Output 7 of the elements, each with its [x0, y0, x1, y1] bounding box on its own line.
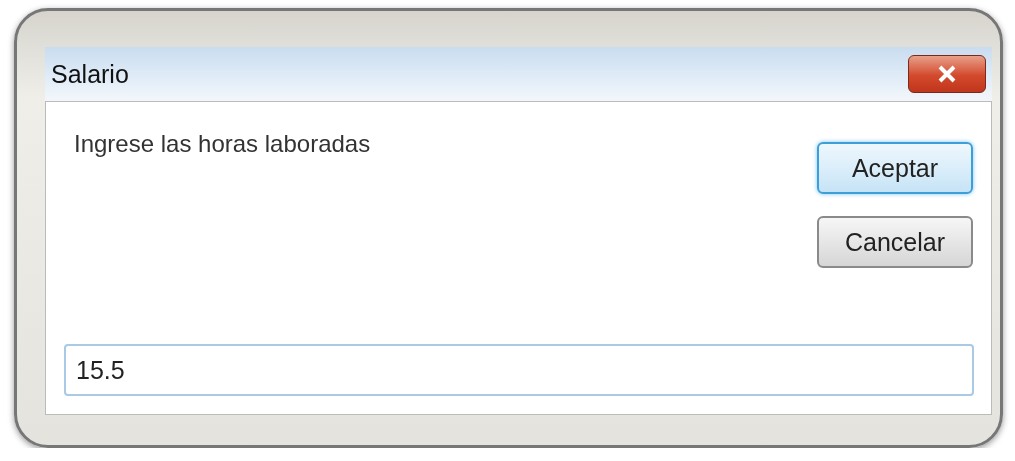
cancel-button[interactable]: Cancelar: [817, 216, 973, 268]
window-title: Salario: [51, 59, 129, 89]
close-button[interactable]: [908, 55, 986, 93]
prompt-text: Ingrese las horas laboradas: [74, 130, 371, 159]
accept-button[interactable]: Aceptar: [817, 142, 973, 194]
input-field[interactable]: 15.5: [64, 344, 974, 396]
close-icon: [937, 65, 957, 83]
